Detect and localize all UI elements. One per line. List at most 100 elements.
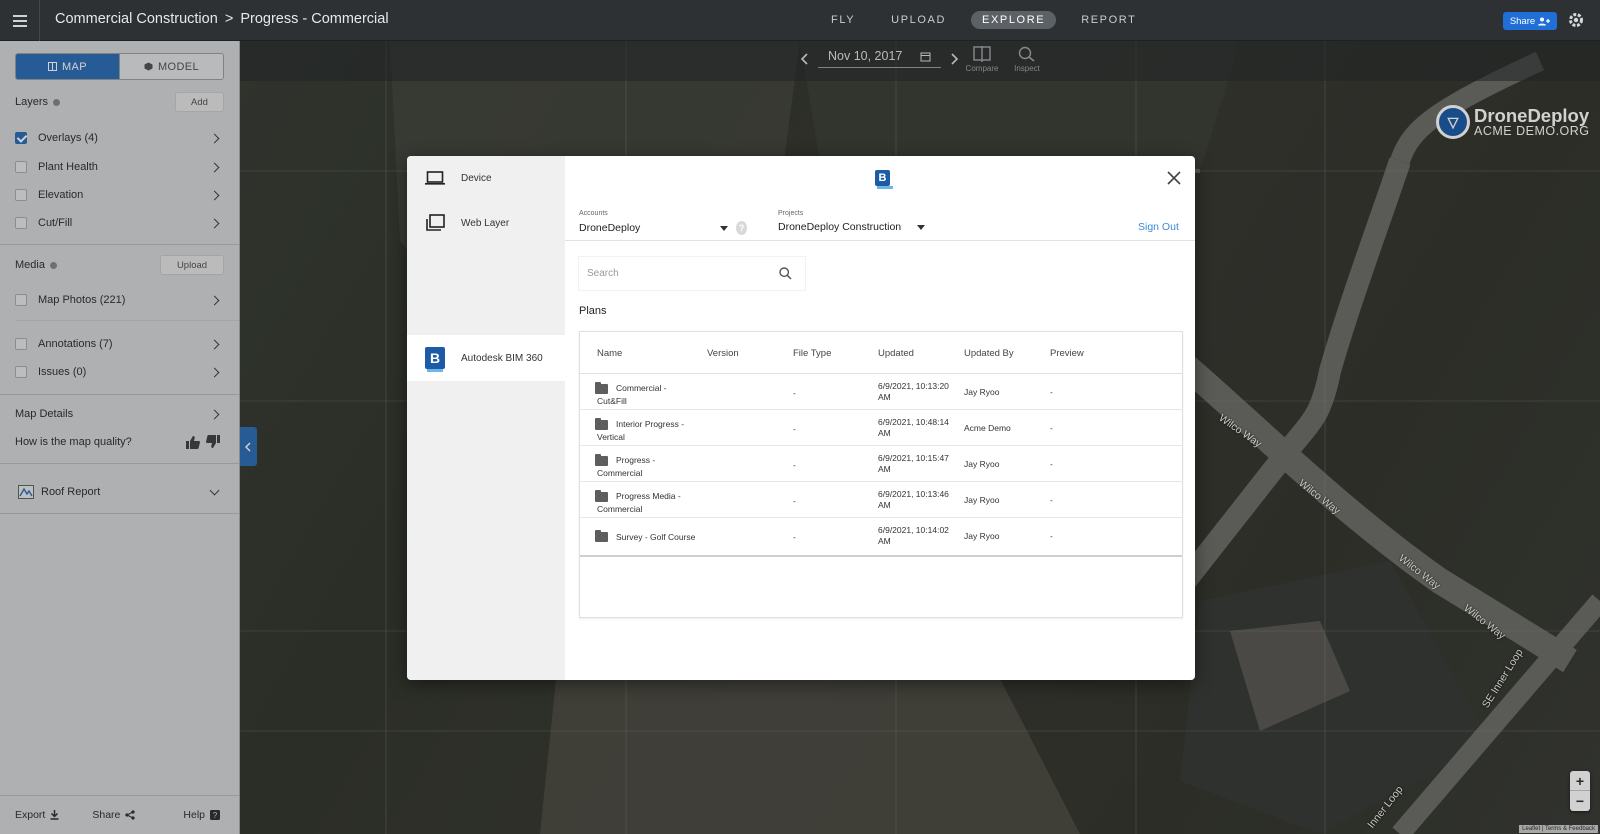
projects-label: Projects bbox=[778, 210, 804, 217]
top-bar: Commercial Construction > Progress - Com… bbox=[0, 0, 1600, 41]
source-web-layer[interactable]: Web Layer bbox=[407, 201, 565, 245]
left-sidebar: MAP MODEL Layers Add Overlays (4) Plant … bbox=[0, 41, 240, 834]
dronedeploy-logo: ▽ DroneDeploy ACME DEMO.ORG bbox=[1436, 105, 1590, 139]
plan-name-line1: Commercial - bbox=[616, 383, 667, 393]
main-nav: FLY UPLOAD EXPLORE REPORT bbox=[820, 11, 1161, 29]
compare-tool[interactable]: Compare bbox=[960, 46, 1004, 73]
plan-file-type: - bbox=[793, 460, 796, 470]
column-preview[interactable]: Preview bbox=[1050, 348, 1084, 359]
compare-icon bbox=[973, 46, 991, 62]
add-user-icon bbox=[1538, 17, 1551, 25]
map-attribution[interactable]: Leaflet | Terms & Feedback bbox=[1519, 825, 1598, 833]
source-device[interactable]: Device bbox=[407, 156, 565, 200]
search-placeholder: Search bbox=[587, 268, 619, 279]
projects-value: DroneDeploy Construction bbox=[778, 221, 902, 233]
gear-icon[interactable] bbox=[1566, 10, 1586, 30]
table-header: Name Version File Type Updated Updated B… bbox=[580, 332, 1182, 374]
layers-icon bbox=[426, 214, 445, 231]
dronedeploy-logo-icon: ▽ bbox=[1436, 105, 1470, 139]
plan-updated-line1: 6/9/2021, 10:13:20 bbox=[878, 381, 949, 391]
column-updated-by[interactable]: Updated By bbox=[964, 348, 1014, 359]
accounts-label: Accounts bbox=[579, 210, 608, 217]
date-selector[interactable]: Nov 10, 2017 bbox=[818, 49, 942, 68]
folder-icon bbox=[595, 454, 608, 466]
date-value: Nov 10, 2017 bbox=[828, 49, 903, 63]
plan-file-type: - bbox=[793, 388, 796, 398]
calendar-icon bbox=[920, 52, 931, 61]
share-button-label: Share bbox=[1509, 15, 1536, 27]
tab-fly[interactable]: FLY bbox=[820, 11, 866, 29]
folder-icon bbox=[595, 382, 608, 394]
chevron-left-icon bbox=[245, 441, 251, 452]
bim360-logo-icon: B bbox=[425, 347, 445, 372]
zoom-control: + − bbox=[1570, 771, 1590, 811]
breadcrumb-project[interactable]: Commercial Construction bbox=[55, 11, 218, 27]
plan-file-type: - bbox=[793, 424, 796, 434]
plan-updated-by: Jay Ryoo bbox=[964, 531, 1000, 541]
plan-name-line2: Commercial bbox=[597, 504, 643, 514]
plan-updated-by: Jay Ryoo bbox=[964, 495, 1000, 505]
zoom-out-button[interactable]: − bbox=[1570, 791, 1590, 811]
plan-preview: - bbox=[1050, 387, 1053, 397]
column-file-type[interactable]: File Type bbox=[793, 348, 831, 359]
plan-name-line1: Progress - bbox=[616, 455, 656, 465]
folder-icon bbox=[595, 490, 608, 502]
table-row[interactable]: Commercial - Cut&Fill - 6/9/2021, 10:13:… bbox=[580, 374, 1182, 410]
tab-report[interactable]: REPORT bbox=[1070, 11, 1147, 29]
plan-updated-line2: AM bbox=[878, 428, 891, 438]
menu-icon[interactable] bbox=[0, 0, 40, 41]
plans-title: Plans bbox=[579, 305, 607, 317]
source-list: Device Web Layer B Autodesk BIM 360 bbox=[407, 156, 565, 680]
plan-file-type: - bbox=[793, 532, 796, 542]
bim360-browser: B Accounts DroneDeploy ? Projects DroneD… bbox=[565, 156, 1195, 680]
plan-updated-line2: AM bbox=[878, 536, 891, 546]
table-row[interactable]: Progress Media - Commercial - 6/9/2021, … bbox=[580, 482, 1182, 518]
plan-name-line2: Cut&Fill bbox=[597, 396, 627, 406]
table-row[interactable]: Interior Progress - Vertical - 6/9/2021,… bbox=[580, 410, 1182, 446]
plan-name-line1: Interior Progress - bbox=[616, 419, 685, 429]
search-input[interactable]: Search bbox=[579, 257, 805, 290]
share-button[interactable]: Share bbox=[1503, 12, 1557, 30]
bim360-logo-icon: B bbox=[875, 170, 893, 189]
folder-icon bbox=[595, 530, 608, 542]
plan-updated-line2: AM bbox=[878, 500, 891, 510]
sign-out-link[interactable]: Sign Out bbox=[1138, 221, 1179, 233]
help-icon[interactable]: ? bbox=[736, 221, 747, 235]
divider bbox=[565, 240, 1195, 241]
folder-icon bbox=[595, 418, 608, 430]
tab-explore[interactable]: EXPLORE bbox=[971, 11, 1057, 29]
import-layer-dialog: Device Web Layer B Autodesk BIM 360 B Ac… bbox=[407, 156, 1195, 680]
compare-label: Compare bbox=[965, 64, 999, 73]
tab-upload[interactable]: UPLOAD bbox=[880, 11, 957, 29]
table-row[interactable]: Progress - Commercial - 6/9/2021, 10:15:… bbox=[580, 446, 1182, 482]
plan-updated-line2: AM bbox=[878, 464, 891, 474]
laptop-icon bbox=[425, 171, 445, 185]
source-label: Autodesk BIM 360 bbox=[461, 352, 543, 364]
chevron-right-icon[interactable] bbox=[949, 52, 959, 65]
source-label: Web Layer bbox=[461, 217, 510, 229]
plan-name-line2: Vertical bbox=[597, 432, 625, 442]
plan-updated-by: Acme Demo bbox=[964, 423, 1011, 433]
column-name[interactable]: Name bbox=[597, 348, 622, 359]
plan-updated-line1: 6/9/2021, 10:15:47 bbox=[878, 453, 949, 463]
column-updated[interactable]: Updated bbox=[878, 348, 914, 359]
plan-preview: - bbox=[1050, 495, 1053, 505]
plans-table: Name Version File Type Updated Updated B… bbox=[579, 331, 1183, 618]
zoom-in-button[interactable]: + bbox=[1570, 771, 1590, 791]
column-version[interactable]: Version bbox=[707, 348, 739, 359]
table-row[interactable]: Survey - Golf Course - 6/9/2021, 10:14:0… bbox=[580, 518, 1182, 554]
inspect-tool[interactable]: Inspect bbox=[1005, 46, 1049, 73]
plan-updated-by: Jay Ryoo bbox=[964, 459, 1000, 469]
accounts-dropdown[interactable]: Accounts DroneDeploy ? bbox=[579, 210, 747, 235]
plan-updated-line1: 6/9/2021, 10:48:14 bbox=[878, 417, 949, 427]
close-icon[interactable] bbox=[1166, 170, 1182, 186]
breadcrumb: Commercial Construction > Progress - Com… bbox=[55, 11, 389, 27]
projects-dropdown[interactable]: Projects DroneDeploy Construction bbox=[778, 210, 928, 233]
plan-preview: - bbox=[1050, 459, 1053, 469]
chevron-left-icon[interactable] bbox=[800, 52, 810, 65]
breadcrumb-map[interactable]: Progress - Commercial bbox=[240, 11, 388, 27]
source-autodesk-bim360[interactable]: B Autodesk BIM 360 bbox=[407, 335, 565, 381]
logo-line2: ACME DEMO.ORG bbox=[1474, 124, 1590, 138]
collapse-sidebar-button[interactable] bbox=[240, 427, 257, 466]
plan-updated-line1: 6/9/2021, 10:13:46 bbox=[878, 489, 949, 499]
